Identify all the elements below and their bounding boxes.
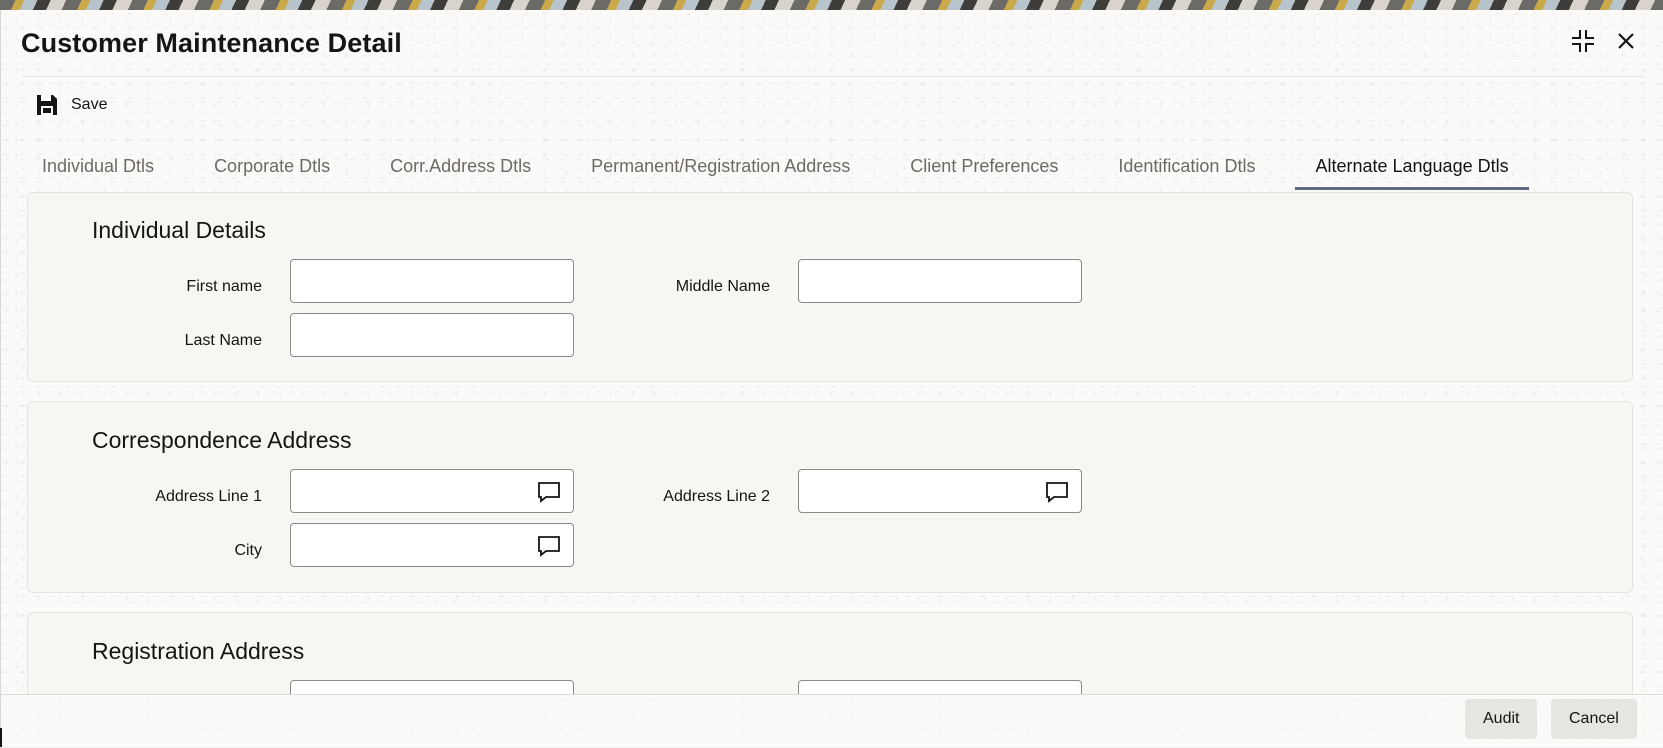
middle-name-label: Middle Name — [675, 278, 770, 295]
address-line-2-field[interactable] — [798, 469, 1082, 513]
close-button[interactable] — [1609, 24, 1643, 58]
address-line-1-field[interactable] — [290, 469, 574, 513]
middle-name-field[interactable] — [798, 259, 1082, 303]
tab-permanent-registration-address[interactable]: Permanent/Registration Address — [571, 146, 870, 186]
restore-button[interactable] — [1566, 24, 1600, 58]
first-name-input[interactable] — [291, 260, 573, 302]
registration-field-1[interactable] — [290, 680, 574, 694]
tab-identification-dtls[interactable]: Identification Dtls — [1098, 146, 1275, 186]
save-button[interactable]: Save — [35, 93, 107, 117]
dialog-footer: Audit Cancel — [1, 694, 1663, 748]
close-icon — [1618, 33, 1634, 49]
header-divider — [21, 76, 1644, 77]
address-line-2-label: Address Line 2 — [663, 488, 770, 505]
last-name-input[interactable] — [291, 314, 573, 356]
city-input[interactable] — [291, 524, 573, 566]
comment-icon[interactable] — [537, 535, 561, 557]
address-line-2-input[interactable] — [799, 470, 1081, 512]
address-line-1-label: Address Line 1 — [155, 488, 262, 505]
tab-corr-address-dtls[interactable]: Corr.Address Dtls — [370, 146, 551, 186]
first-name-label: First name — [186, 278, 262, 295]
comment-icon[interactable] — [537, 481, 561, 503]
audit-button[interactable]: Audit — [1465, 699, 1538, 739]
section-title-registration: Registration Address — [92, 638, 305, 664]
middle-name-input[interactable] — [799, 260, 1081, 302]
tab-bar: Individual Dtls Corporate Dtls Corr.Addr… — [21, 146, 1529, 190]
floppy-disk-icon — [37, 95, 57, 115]
save-label: Save — [71, 96, 108, 113]
correspondence-address-section: Correspondence Address Address Line 1 Ad… — [27, 401, 1633, 593]
city-label: City — [234, 542, 262, 559]
page-title: Customer Maintenance Detail — [21, 28, 402, 58]
dialog-window: Customer Maintenance Detail Save Individ… — [0, 10, 1663, 748]
section-title-individual: Individual Details — [92, 217, 266, 243]
tab-alternate-language-dtls[interactable]: Alternate Language Dtls — [1295, 146, 1529, 190]
city-field[interactable] — [290, 523, 574, 567]
address-line-1-input[interactable] — [291, 470, 573, 512]
individual-details-section: Individual Details First name Middle Nam… — [27, 192, 1633, 382]
cancel-button[interactable]: Cancel — [1551, 699, 1637, 739]
collapse-icon — [1572, 30, 1594, 52]
corner-marker — [0, 728, 2, 747]
form-scroll-area[interactable]: Individual Details First name Middle Nam… — [1, 192, 1663, 694]
last-name-label: Last Name — [184, 332, 262, 349]
registration-address-section: Registration Address — [27, 612, 1633, 694]
comment-icon[interactable] — [1045, 481, 1069, 503]
last-name-field[interactable] — [290, 313, 574, 357]
first-name-field[interactable] — [290, 259, 574, 303]
tab-corporate-dtls[interactable]: Corporate Dtls — [194, 146, 350, 186]
registration-field-2[interactable] — [798, 680, 1082, 694]
tab-client-preferences[interactable]: Client Preferences — [890, 146, 1078, 186]
section-title-correspondence: Correspondence Address — [92, 427, 352, 453]
top-banner — [0, 0, 1663, 10]
tab-individual-dtls[interactable]: Individual Dtls — [21, 146, 174, 186]
